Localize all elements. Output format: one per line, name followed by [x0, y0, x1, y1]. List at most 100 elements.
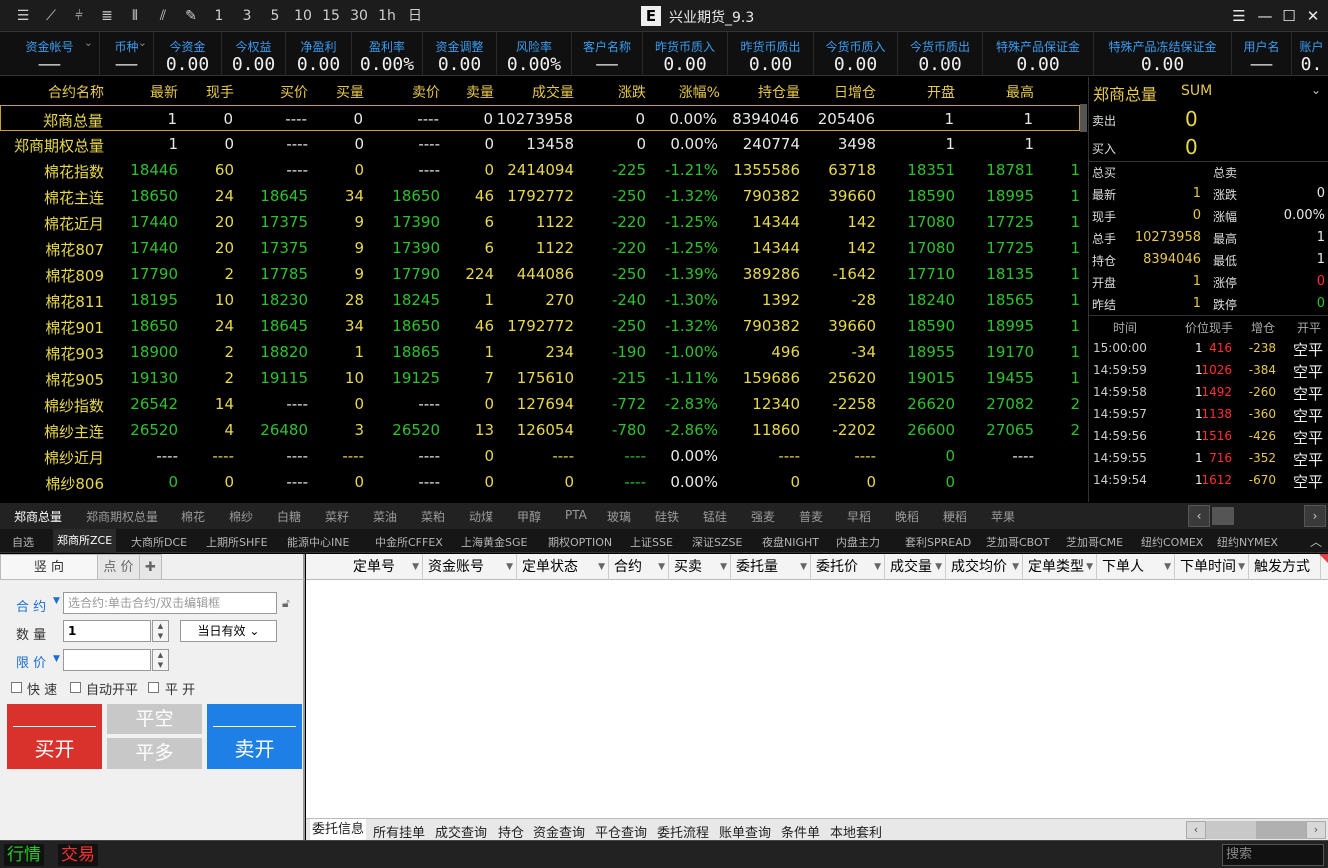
product-tab[interactable]: 硅铁 [655, 508, 679, 525]
exchange-tab[interactable]: 上海黄金SGE [461, 534, 527, 550]
product-tab[interactable]: 白糖 [277, 508, 301, 525]
price-stepper[interactable]: ▲ ▼ [152, 649, 169, 671]
grid-column-header[interactable]: 委托价 ▼ [811, 554, 885, 580]
product-tab[interactable]: 菜粕 [421, 508, 445, 525]
product-tab[interactable]: 粳稻 [943, 508, 967, 525]
price-field[interactable] [63, 649, 151, 671]
exchange-tab[interactable]: 上期所SHFE [206, 534, 268, 550]
exchange-tab[interactable]: 纽约COMEX [1141, 534, 1203, 550]
column-filter-icon[interactable]: ▼ [412, 554, 419, 580]
grid-column-header[interactable]: 合约 ▼ [609, 554, 669, 580]
kline-icon[interactable]: ⫽ [152, 6, 174, 26]
grid-column-header[interactable]: 下单人 ▼ [1097, 554, 1175, 580]
period-15min-icon[interactable]: 15 [320, 6, 342, 26]
exchange-tab[interactable]: 上证SSE [630, 534, 673, 550]
period-1min-icon[interactable]: 1 [208, 6, 230, 26]
chevron-down-icon[interactable]: ⌄ [1311, 83, 1321, 97]
column-filter-icon[interactable]: ▼ [1238, 554, 1245, 580]
product-tab[interactable]: 菜籽 [325, 508, 349, 525]
quote-column-header[interactable]: 持仓量 [758, 82, 800, 102]
line-chart-icon[interactable]: ⟋ [40, 6, 62, 26]
order-query-tab[interactable]: 账单查询 [719, 822, 771, 841]
quote-column-header[interactable]: 合约名称 [48, 82, 104, 102]
column-filter-icon[interactable]: ▼ [1164, 554, 1171, 580]
tab-point-price[interactable]: 点 价 [98, 554, 140, 580]
quote-column-header[interactable]: 买价 [280, 82, 308, 102]
column-filter-icon[interactable]: ▼ [658, 554, 665, 580]
search-input[interactable]: 搜索 [1222, 844, 1324, 866]
quote-column-header[interactable]: 卖价 [412, 82, 440, 102]
column-filter-icon[interactable]: ▼ [935, 554, 942, 580]
price-dropdown-icon[interactable]: ▼ [53, 654, 60, 664]
quote-row[interactable]: 棉花809 17790 2 17785 9 17790 224 444086 -250 -1.39… [0, 261, 1080, 287]
quantity-field[interactable]: 1 [63, 620, 151, 642]
quote-row[interactable]: 棉花901 18650 24 18645 34 18650 46 1792772 -250 -1.… [0, 313, 1080, 339]
scroll-right-icon[interactable]: › [1306, 821, 1326, 839]
period-3min-icon[interactable]: 3 [236, 6, 258, 26]
tab-scroll-right-icon[interactable]: › [1304, 505, 1326, 527]
exchange-tab[interactable]: 大商所DCE [131, 534, 187, 550]
trade-mode-button[interactable]: 交易 [58, 844, 98, 866]
quote-column-header[interactable]: 最新 [150, 82, 178, 102]
tick-chart-icon[interactable]: ⫴ [124, 6, 146, 26]
menu-list-icon[interactable]: ☰ [12, 6, 34, 26]
order-query-tab[interactable]: 条件单 [781, 822, 820, 841]
product-tab[interactable]: PTA [565, 508, 587, 522]
quantity-stepper[interactable]: ▲ ▼ [152, 620, 169, 642]
period-30min-icon[interactable]: 30 [348, 6, 370, 26]
quote-row[interactable]: 棉花811 18195 10 18230 28 18245 1 270 -240 -1.30% 13… [0, 287, 1080, 313]
order-query-tab[interactable]: 本地套利 [830, 822, 882, 841]
exchange-tab[interactable]: 夜盘NIGHT [762, 534, 819, 550]
order-query-tab[interactable]: 成交查询 [435, 822, 487, 841]
order-query-tab[interactable]: 委托信息 [310, 819, 367, 841]
quote-column-header[interactable]: 成交量 [532, 82, 574, 102]
exchange-tab[interactable]: 芝加哥CBOT [986, 534, 1049, 550]
auto-open-close-checkbox[interactable] [70, 682, 81, 693]
grid-column-header[interactable]: 定单号 ▼ [348, 554, 423, 580]
product-tab[interactable]: 动煤 [469, 508, 493, 525]
exchange-tab[interactable]: 套利SPREAD [905, 534, 971, 550]
collapse-up-icon[interactable]: ︿ [1310, 533, 1322, 550]
order-query-tab[interactable]: 资金查询 [533, 822, 585, 841]
quote-row[interactable]: 棉花807 17440 20 17375 9 17390 6 1122 -220 -1.25% 14… [0, 235, 1080, 261]
grid-column-header[interactable]: 买卖 ▼ [669, 554, 731, 580]
close-icon[interactable]: ✕ [1302, 5, 1324, 27]
column-filter-icon[interactable]: ▼ [598, 554, 605, 580]
quote-column-header[interactable]: 买量 [336, 82, 364, 102]
contract-dropdown-icon[interactable]: ▼ [53, 596, 60, 606]
quote-column-header[interactable]: 日增仓 [834, 82, 876, 102]
column-filter-icon[interactable]: ▼ [800, 554, 807, 580]
grid-column-header[interactable]: 成交均价 ▼ [946, 554, 1023, 580]
quote-column-header[interactable]: 卖量 [466, 82, 494, 102]
fast-checkbox[interactable] [11, 682, 22, 693]
product-tab[interactable]: 郑商总量 [14, 508, 62, 525]
quote-row[interactable]: 棉花主连 18650 24 18645 34 18650 46 1792772 -250 -1.3… [0, 183, 1080, 209]
column-filter-icon[interactable]: ▼ [506, 554, 513, 580]
order-query-tab[interactable]: 持仓 [498, 822, 524, 841]
grid-column-header[interactable]: 委托量 ▼ [731, 554, 811, 580]
tab-vertical[interactable]: 竖 向 [0, 554, 98, 580]
product-tab[interactable]: 玻璃 [607, 508, 631, 525]
close-short-button[interactable]: 平空 [107, 704, 202, 734]
quote-row[interactable]: 郑商总量 1 0 ---- 0 ---- 0 10273958 0 0.00% 8394046 205… [0, 105, 1080, 131]
period-1hour-icon[interactable]: 1h [376, 6, 398, 26]
validity-select[interactable]: 当日有效 ⌄ [180, 620, 277, 642]
period-10min-icon[interactable]: 10 [292, 6, 314, 26]
product-tab[interactable]: 锰硅 [703, 508, 727, 525]
quote-column-header[interactable]: 涨跌 [618, 82, 646, 102]
column-filter-icon[interactable]: ▼ [1086, 554, 1093, 580]
quote-row[interactable]: 棉花指数 18446 60 ---- 0 ---- 0 2414094 -225 -1.21% 13… [0, 157, 1080, 183]
exchange-tab[interactable]: 内盘主力 [836, 534, 880, 550]
period-5min-icon[interactable]: 5 [264, 6, 286, 26]
dropdown-chevron-icon[interactable]: ⌄ [84, 36, 93, 49]
quote-row[interactable]: 棉花903 18900 2 18820 1 18865 1 234 -190 -1.00% 496 -… [0, 339, 1080, 365]
order-query-tab[interactable]: 所有挂单 [373, 822, 425, 841]
product-tab[interactable]: 棉花 [181, 508, 205, 525]
dropdown-chevron-icon[interactable]: ⌄ [138, 36, 147, 49]
column-filter-icon[interactable]: ▼ [720, 554, 727, 580]
grid-column-header[interactable]: 定单类型 ▼ [1023, 554, 1097, 580]
quote-row[interactable]: 郑商期权总量 1 0 ---- 0 ---- 0 13458 0 0.00% 240774 3498 1… [0, 131, 1080, 157]
grid-column-header[interactable]: 下单时间 ▼ [1175, 554, 1249, 580]
quote-row[interactable]: 棉纱806 0 0 ---- 0 ---- 0 0 ---- 0.00% 0 0 0 [0, 469, 1080, 495]
product-tab[interactable]: 强麦 [751, 508, 775, 525]
